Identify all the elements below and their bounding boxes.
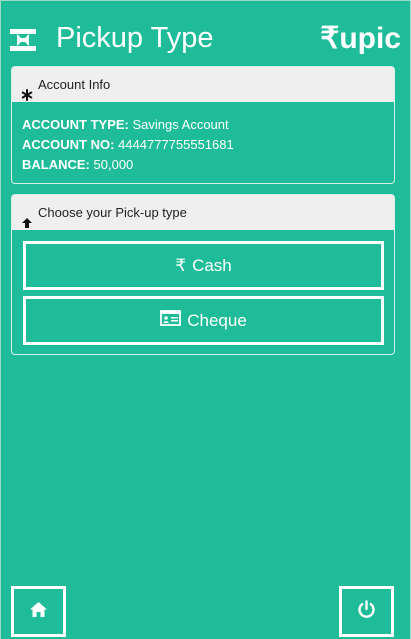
power-icon	[357, 599, 376, 624]
cheque-button-label: Cheque	[187, 310, 247, 330]
cheque-button[interactable]: Cheque	[23, 296, 384, 345]
id-card-icon	[160, 310, 182, 331]
home-icon	[29, 601, 48, 623]
brand-logo: ₹upic	[320, 22, 401, 55]
account-info-title: Account Info	[38, 76, 111, 92]
pickup-type-panel: Choose your Pick-up type ₹ Cash Cheque	[11, 194, 395, 355]
account-info-panel: Account Info ACCOUNT TYPE: Savings Accou…	[11, 66, 395, 184]
header: Pickup Type ₹upic	[0, 0, 411, 62]
account-number-label: ACCOUNT NO:	[22, 137, 115, 152]
pickup-type-header: Choose your Pick-up type	[12, 195, 394, 230]
pickup-type-title: Choose your Pick-up type	[38, 204, 187, 220]
asterisk-icon	[21, 79, 33, 101]
page-title: Pickup Type	[56, 22, 214, 54]
power-button[interactable]	[339, 586, 394, 637]
home-button[interactable]	[11, 586, 66, 637]
rupee-icon: ₹	[175, 255, 187, 275]
bank-note-icon	[10, 29, 36, 51]
account-info-body: ACCOUNT TYPE: Savings Account ACCOUNT NO…	[12, 102, 394, 183]
cash-button[interactable]: ₹ Cash	[23, 241, 384, 290]
account-type-value: Savings Account	[132, 117, 229, 132]
account-number-row: ACCOUNT NO: 4444777755551681	[22, 135, 384, 155]
account-info-header: Account Info	[12, 67, 394, 102]
balance-label: BALANCE:	[22, 157, 90, 172]
account-number-value: 4444777755551681	[118, 137, 234, 152]
account-type-row: ACCOUNT TYPE: Savings Account	[22, 115, 384, 135]
balance-row: BALANCE: 50,000	[22, 155, 384, 175]
cash-button-label: Cash	[192, 255, 232, 275]
account-type-label: ACCOUNT TYPE:	[22, 117, 129, 132]
arrow-up-icon	[21, 207, 33, 228]
balance-value: 50,000	[93, 157, 134, 172]
